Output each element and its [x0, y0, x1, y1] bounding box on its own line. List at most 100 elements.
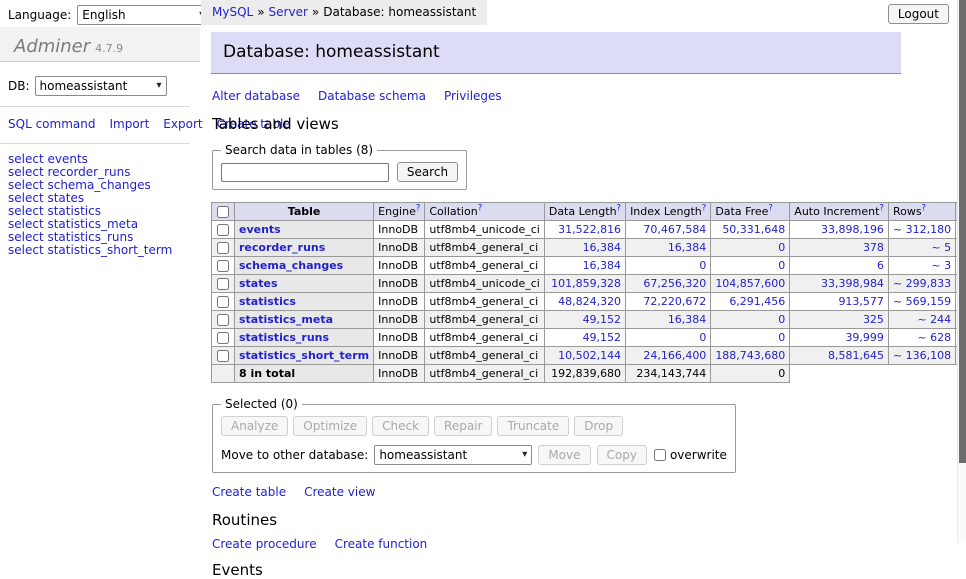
data-free-link[interactable]: 0 [778, 331, 785, 344]
column-help-link[interactable]: ? [702, 203, 707, 213]
data-free-link[interactable]: 6,291,456 [729, 295, 785, 308]
index-length-link[interactable]: 16,384 [668, 313, 707, 326]
column-help-link[interactable]: ? [478, 203, 483, 213]
data-length-link[interactable]: 31,522,816 [558, 223, 621, 236]
optimize-button[interactable]: Optimize [293, 416, 367, 436]
rows-link[interactable]: ~ 5 [931, 241, 951, 254]
auto-increment-link[interactable]: 39,999 [845, 331, 884, 344]
rows-link[interactable]: ~ 3 [931, 259, 951, 272]
rows-link[interactable]: ~ 244 [917, 313, 951, 326]
create-view-link[interactable]: Create view [304, 485, 375, 499]
scrollbar-thumb[interactable] [959, 0, 966, 463]
auto-increment-link[interactable]: 913,577 [838, 295, 884, 308]
index-length-link[interactable]: 0 [699, 331, 706, 344]
data-free-link[interactable]: 188,743,680 [715, 349, 785, 362]
search-button[interactable]: Search [397, 162, 458, 182]
data-length-link[interactable]: 10,502,144 [558, 349, 621, 362]
data-length-link[interactable]: 48,824,320 [558, 295, 621, 308]
rows-link[interactable]: ~ 312,180 [893, 223, 951, 236]
table-name-link[interactable]: statistics_runs [239, 331, 329, 344]
row-checkbox[interactable] [217, 224, 229, 236]
select-all-checkbox[interactable] [217, 206, 229, 218]
table-name-link[interactable]: statistics [239, 295, 296, 308]
data-length-link[interactable]: 16,384 [583, 241, 622, 254]
sidebar-select-link[interactable]: select statistics_short_term [8, 244, 190, 257]
auto-increment-link[interactable]: 378 [863, 241, 884, 254]
copy-button[interactable]: Copy [597, 445, 647, 465]
move-db-select[interactable]: homeassistant [374, 445, 532, 465]
row-checkbox[interactable] [217, 332, 229, 344]
db-select[interactable]: homeassistant [35, 76, 167, 96]
column-help-link[interactable]: ? [879, 203, 884, 213]
data-length-link[interactable]: 49,152 [583, 331, 622, 344]
auto-increment-link[interactable]: 8,581,645 [828, 349, 884, 362]
data-free-link[interactable]: 50,331,648 [722, 223, 785, 236]
rows-link[interactable]: ~ 299,833 [893, 277, 951, 290]
index-length-link[interactable]: 67,256,320 [643, 277, 706, 290]
auto-increment-link[interactable]: 33,398,984 [821, 277, 884, 290]
logout-button[interactable]: Logout [888, 4, 949, 24]
overwrite-checkbox[interactable] [654, 449, 666, 461]
data-free-cell: 6,291,456 [711, 293, 790, 311]
alter-database-link[interactable]: Alter database [212, 89, 300, 103]
table-name-link[interactable]: statistics_short_term [239, 349, 369, 362]
data-free-link[interactable]: 0 [778, 313, 785, 326]
check-button[interactable]: Check [372, 416, 429, 436]
index-length-link[interactable]: 0 [699, 259, 706, 272]
index-length-link[interactable]: 70,467,584 [643, 223, 706, 236]
auto-increment-link[interactable]: 6 [877, 259, 884, 272]
create-function-link[interactable]: Create function [335, 537, 428, 551]
truncate-button[interactable]: Truncate [497, 416, 569, 436]
row-checkbox[interactable] [217, 260, 229, 272]
table-name-link[interactable]: schema_changes [239, 259, 343, 272]
table-name-link[interactable]: events [239, 223, 281, 236]
move-button[interactable]: Move [538, 445, 590, 465]
repair-button[interactable]: Repair [434, 416, 492, 436]
breadcrumb-mysql-link[interactable]: MySQL [212, 5, 253, 19]
language-select[interactable]: English [77, 5, 209, 25]
sidebar-export-link[interactable]: Export [163, 117, 202, 131]
auto-increment-link[interactable]: 325 [863, 313, 884, 326]
rows-link[interactable]: ~ 136,108 [893, 349, 951, 362]
rows-link[interactable]: ~ 628 [917, 331, 951, 344]
table-name-link[interactable]: statistics_meta [239, 313, 333, 326]
data-free-link[interactable]: 104,857,600 [715, 277, 785, 290]
index-length-link[interactable]: 24,166,400 [643, 349, 706, 362]
row-checkbox[interactable] [217, 278, 229, 290]
scrollbar-track[interactable] [957, 0, 966, 543]
index-length-link[interactable]: 16,384 [668, 241, 707, 254]
row-checkbox[interactable] [217, 314, 229, 326]
sidebar-import-link[interactable]: Import [109, 117, 149, 131]
column-help-link[interactable]: ? [922, 203, 927, 213]
rows-link[interactable]: ~ 569,159 [893, 295, 951, 308]
create-table-link[interactable]: Create table [212, 485, 286, 499]
breadcrumb-server-link[interactable]: Server [269, 5, 308, 19]
row-checkbox-cell [212, 311, 235, 329]
data-length-link[interactable]: 101,859,328 [551, 277, 621, 290]
privileges-link[interactable]: Privileges [444, 89, 502, 103]
create-procedure-link[interactable]: Create procedure [212, 537, 317, 551]
column-help-link[interactable]: ? [768, 203, 773, 213]
row-checkbox[interactable] [217, 350, 229, 362]
index-length-link[interactable]: 72,220,672 [643, 295, 706, 308]
column-help-link[interactable]: ? [617, 203, 622, 213]
column-help: ? [922, 203, 927, 213]
column-help-link[interactable]: ? [416, 203, 421, 213]
search-input[interactable] [221, 163, 389, 182]
data-length-link[interactable]: 16,384 [583, 259, 622, 272]
auto-increment-link[interactable]: 33,898,196 [821, 223, 884, 236]
data-length-link[interactable]: 49,152 [583, 313, 622, 326]
data-free-link[interactable]: 0 [778, 259, 785, 272]
drop-button[interactable]: Drop [574, 416, 623, 436]
table-name-link[interactable]: recorder_runs [239, 241, 325, 254]
sidebar-sql-command-link[interactable]: SQL command [8, 117, 95, 131]
row-checkbox[interactable] [217, 296, 229, 308]
breadcrumb-separator: » [257, 5, 264, 19]
data-free-link[interactable]: 0 [778, 241, 785, 254]
table-name-link[interactable]: states [239, 277, 278, 290]
db-select-wrap: homeassistant [35, 76, 167, 96]
analyze-button[interactable]: Analyze [221, 416, 288, 436]
database-schema-link[interactable]: Database schema [318, 89, 426, 103]
row-checkbox[interactable] [217, 242, 229, 254]
table-name-cell: statistics_short_term [235, 347, 374, 365]
